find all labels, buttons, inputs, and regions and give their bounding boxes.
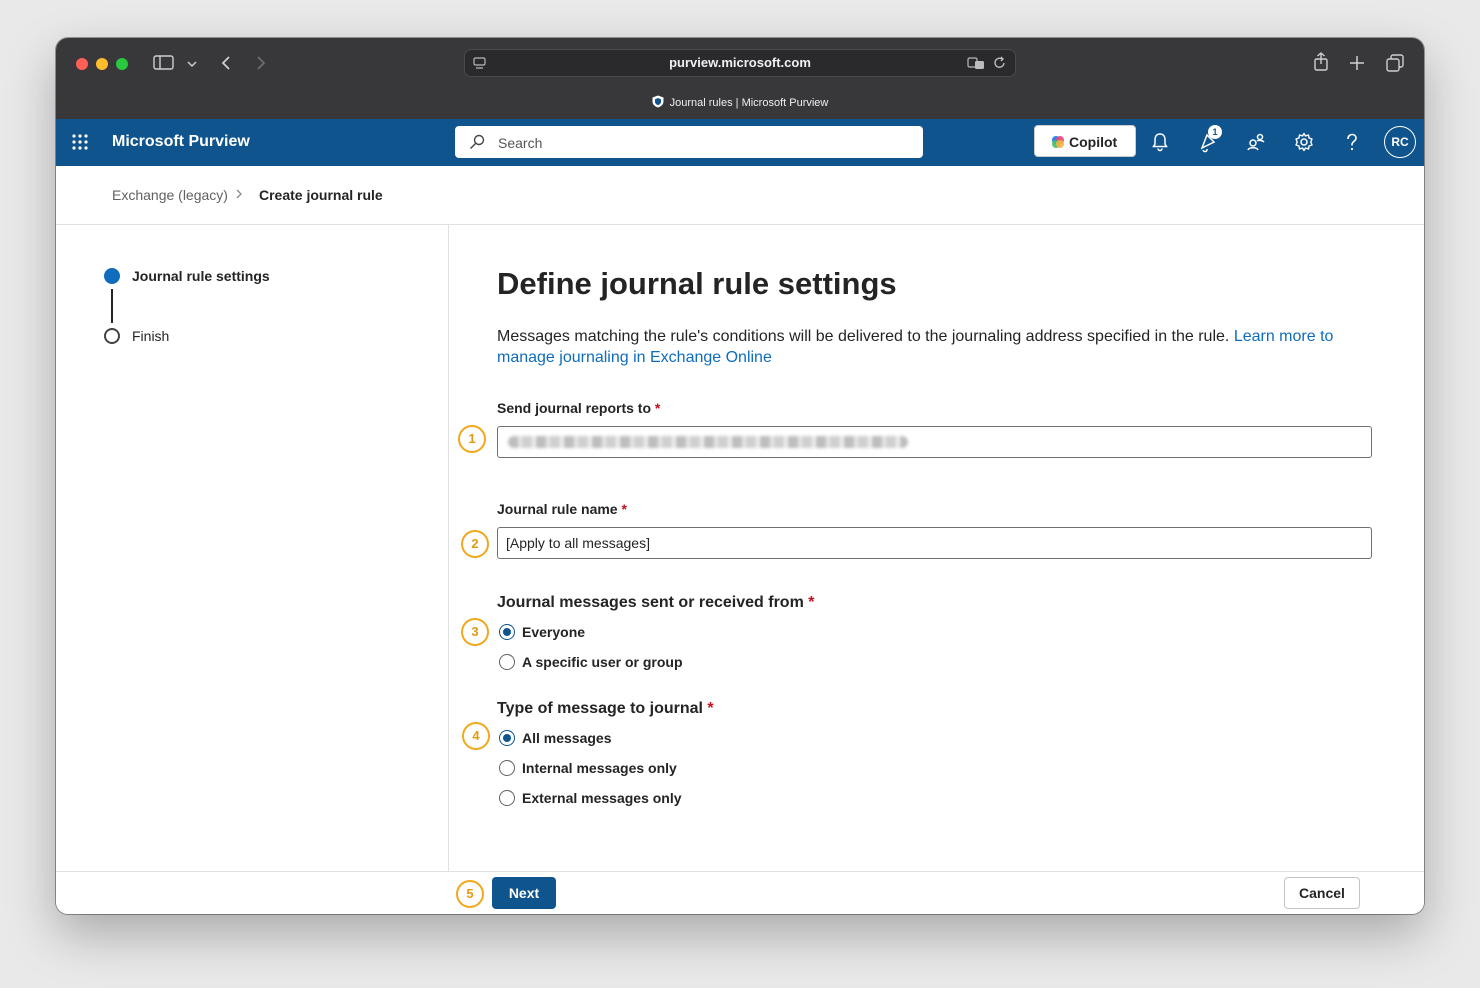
copilot-label: Copilot	[1069, 134, 1118, 150]
window-controls	[76, 58, 128, 70]
next-button[interactable]: Next	[492, 877, 556, 909]
everyone-radio[interactable]	[499, 624, 515, 640]
breadcrumb-parent-link[interactable]: Exchange (legacy)	[112, 187, 228, 203]
browser-window: purview.microsoft.com Journal rules | Mi…	[56, 38, 1424, 914]
external-only-radio-label[interactable]: External messages only	[522, 790, 682, 806]
message-type-label-text: Type of message to journal	[497, 700, 703, 717]
notification-badge: 1	[1208, 125, 1222, 139]
address-bar[interactable]: purview.microsoft.com	[464, 49, 1016, 77]
forward-icon[interactable]	[255, 55, 267, 71]
annotation-marker-5: 5	[456, 880, 484, 908]
rule-name-input[interactable]: [Apply to all messages]	[497, 527, 1372, 559]
annotation-marker-3: 3	[461, 618, 489, 646]
step-pending-indicator	[104, 328, 120, 344]
panel-divider	[448, 225, 449, 871]
required-marker: *	[654, 400, 661, 416]
tab-title-text: Journal rules | Microsoft Purview	[669, 97, 829, 109]
description-text: Messages matching the rule's conditions …	[497, 328, 1230, 345]
required-marker: *	[707, 700, 714, 717]
copilot-button[interactable]: Copilot	[1034, 125, 1136, 157]
step-finish: Finish	[132, 328, 170, 344]
sidebar-toggle-icon[interactable]	[153, 55, 175, 71]
all-messages-radio-label[interactable]: All messages	[522, 730, 612, 746]
chevron-down-icon[interactable]	[187, 60, 197, 68]
everyone-radio-label[interactable]: Everyone	[522, 624, 585, 640]
tab-title[interactable]: Journal rules | Microsoft Purview	[56, 95, 1424, 109]
required-marker: *	[808, 594, 815, 611]
annotation-marker-1: 1	[458, 425, 486, 453]
rule-name-label-text: Journal rule name	[497, 501, 618, 517]
app-header: Microsoft Purview Search Copilot 1 RC	[56, 119, 1424, 166]
rule-name-label: Journal rule name *	[497, 501, 627, 517]
all-messages-radio[interactable]	[499, 730, 515, 746]
internal-only-radio-label[interactable]: Internal messages only	[522, 760, 677, 776]
app-launcher-icon[interactable]	[72, 134, 88, 150]
cancel-button[interactable]: Cancel	[1284, 877, 1360, 909]
message-type-label: Type of message to journal *	[497, 700, 714, 718]
wizard-footer	[56, 871, 1424, 914]
community-icon[interactable]	[1245, 131, 1267, 153]
share-icon[interactable]	[1312, 52, 1330, 72]
page-settings-icon[interactable]	[473, 56, 487, 70]
send-reports-input[interactable]	[497, 426, 1372, 458]
breadcrumb-current: Create journal rule	[259, 187, 383, 203]
specific-user-radio[interactable]	[499, 654, 515, 670]
search-placeholder: Search	[498, 135, 543, 151]
internal-only-radio[interactable]	[499, 760, 515, 776]
step-connector	[111, 289, 113, 323]
tab-overview-icon[interactable]	[1386, 54, 1404, 72]
step-current-indicator	[104, 268, 120, 284]
breadcrumb: Exchange (legacy) Create journal rule	[56, 166, 1424, 225]
required-marker: *	[621, 501, 627, 517]
purview-shield-icon	[652, 95, 664, 108]
send-reports-label-text: Send journal reports to	[497, 400, 652, 416]
avatar[interactable]: RC	[1384, 126, 1416, 158]
external-only-radio[interactable]	[499, 790, 515, 806]
zoom-window-button[interactable]	[116, 58, 128, 70]
sent-received-label-text: Journal messages sent or received from	[497, 594, 804, 611]
search-icon	[470, 134, 485, 149]
redacted-email	[508, 436, 908, 448]
browser-toolbar: purview.microsoft.com Journal rules | Mi…	[56, 38, 1424, 119]
page-description: Messages matching the rule's conditions …	[497, 326, 1357, 368]
annotation-marker-4: 4	[462, 722, 490, 750]
bell-icon[interactable]	[1149, 131, 1171, 153]
new-tab-icon[interactable]	[1349, 55, 1365, 71]
translate-icon[interactable]	[967, 56, 985, 70]
help-icon[interactable]	[1341, 131, 1363, 153]
close-window-button[interactable]	[76, 58, 88, 70]
back-icon[interactable]	[220, 55, 232, 71]
url-text: purview.microsoft.com	[669, 55, 811, 70]
sent-received-label: Journal messages sent or received from *	[497, 594, 814, 612]
brand-name[interactable]: Microsoft Purview	[112, 133, 250, 151]
chevron-right-icon	[236, 189, 242, 199]
page-title: Define journal rule settings	[497, 266, 897, 301]
send-reports-label: Send journal reports to *	[497, 400, 660, 416]
minimize-window-button[interactable]	[96, 58, 108, 70]
copilot-icon	[1052, 136, 1064, 148]
gear-icon[interactable]	[1293, 131, 1315, 153]
specific-user-radio-label[interactable]: A specific user or group	[522, 654, 683, 670]
search-box[interactable]: Search	[455, 126, 923, 158]
step-journal-rule-settings[interactable]: Journal rule settings	[132, 268, 270, 284]
annotation-marker-2: 2	[461, 530, 489, 558]
reload-icon[interactable]	[993, 56, 1007, 70]
